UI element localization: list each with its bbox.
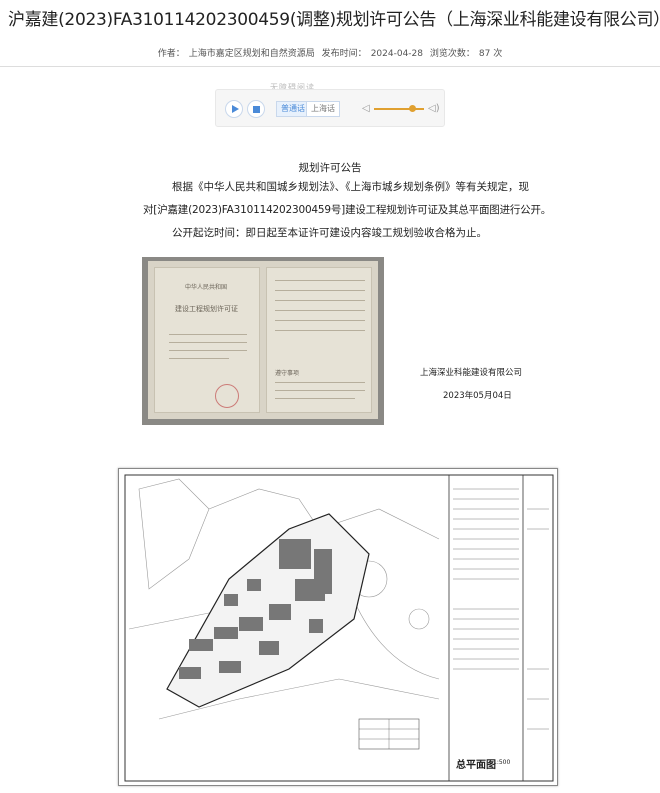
table-line: [275, 300, 365, 301]
text-line: [169, 342, 247, 343]
table-line: [275, 310, 365, 311]
author-label: 作者：: [157, 49, 185, 59]
permit-notice-heading: 遵守事项: [275, 370, 300, 377]
volume-slider-handle[interactable]: [409, 105, 416, 112]
notice-line-2: 对[沪嘉建(2023)FA310114202300459号]建设工程规划许可证及…: [143, 204, 552, 216]
permit-header: 中华人民共和国: [185, 284, 228, 291]
text-line: [275, 382, 365, 383]
views-count: 87 次: [478, 49, 503, 59]
volume-low-icon[interactable]: ◁: [362, 103, 370, 114]
views-label: 浏览次数：: [429, 49, 475, 59]
publish-label: 发布时间：: [321, 49, 367, 59]
table-line: [275, 320, 365, 321]
text-line: [275, 398, 355, 399]
author: 上海市嘉定区规划和自然资源局: [188, 49, 315, 59]
play-button[interactable]: [225, 100, 243, 118]
publish-time: 2024-04-28: [370, 49, 423, 59]
text-line: [169, 350, 247, 351]
site-plan-title: 总平面图: [456, 760, 496, 771]
header-divider: [0, 66, 660, 67]
table-line: [275, 330, 365, 331]
company-name: 上海深业科能建设有限公司: [420, 368, 523, 378]
notice-date: 2023年05月04日: [443, 391, 512, 401]
permit-photo: 中华人民共和国 建设工程规划许可证 遵守事项: [142, 257, 384, 425]
lang-mandarin-button[interactable]: 普通话: [276, 101, 310, 117]
permit-left-page: 中华人民共和国 建设工程规划许可证: [154, 267, 260, 413]
table-line: [275, 280, 365, 281]
permit-right-page: 遵守事项: [266, 267, 372, 413]
permit-doc-name: 建设工程规划许可证: [175, 305, 238, 313]
text-line: [169, 358, 229, 359]
volume-high-icon[interactable]: ◁): [428, 103, 440, 114]
audio-player: 普通话 上海话 ◁ ◁): [215, 89, 445, 127]
site-plan-drawing: 总平面图 1:500: [118, 468, 558, 786]
official-seal: [215, 384, 239, 408]
site-plan-scale: 1:500: [493, 759, 511, 766]
text-line: [169, 334, 247, 335]
stop-button[interactable]: [247, 100, 265, 118]
table-line: [275, 290, 365, 291]
notice-line-1: 根据《中华人民共和国城乡规划法》、《上海市城乡规划条例》等有关规定，现: [172, 181, 529, 193]
article-title: 沪嘉建(2023)FA310114202300459(调整)规划许可公告（上海深…: [8, 10, 660, 30]
article-meta: 作者： 上海市嘉定区规划和自然资源局 发布时间： 2024-04-28 浏览次数： 8…: [0, 46, 660, 59]
lang-shanghai-button[interactable]: 上海话: [306, 101, 340, 117]
text-line: [275, 390, 365, 391]
site-plan-svg: [124, 474, 554, 782]
notice-heading: 规划许可公告: [298, 162, 362, 174]
volume-slider[interactable]: [374, 108, 424, 110]
notice-line-3: 公开起讫时间：即日起至本证许可建设内容竣工规划验收合格为止。: [172, 227, 487, 239]
